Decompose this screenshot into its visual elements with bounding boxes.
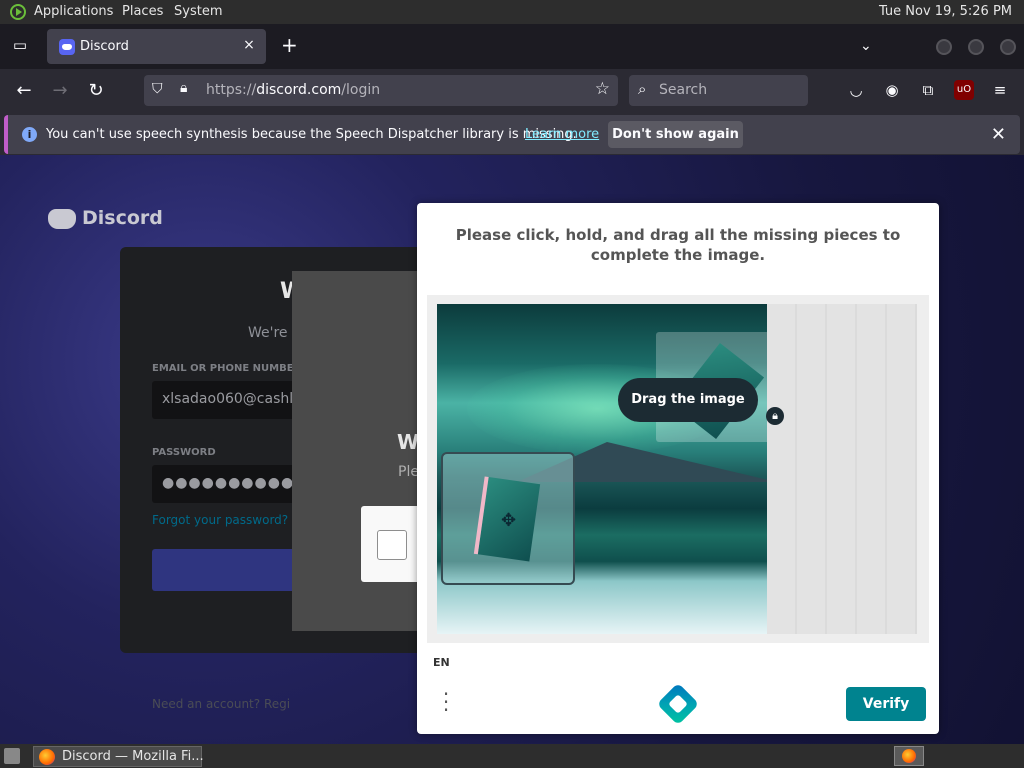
verify-button[interactable]: Verify [846,687,926,721]
taskbar-window-label: Discord — Mozilla Fi... [62,749,204,764]
tab-strip: ▭ Discord × + ⌄ [0,24,1024,69]
drag-tooltip: Drag the image [618,378,758,422]
show-desktop-icon[interactable] [4,748,20,764]
bottom-taskbar: Discord — Mozilla Fi... [0,744,1024,768]
register-link[interactable]: Need an account? Regi [152,697,290,711]
extensions-icon[interactable]: ⧉ [918,80,938,100]
dont-show-again-button[interactable]: Don't show again [608,121,743,148]
password-label: PASSWORD [152,447,216,458]
workspace-firefox-icon [902,749,916,763]
maximize-icon[interactable] [968,39,984,55]
puzzle-area: 🔒︎ ✥ Drag the image [427,295,929,643]
hcaptcha-checkbox[interactable] [377,530,407,560]
url-text: https://discord.com/login [206,82,381,98]
menu-places[interactable]: Places [122,4,163,19]
notification-close-icon[interactable]: ✕ [991,124,1006,145]
url-bar[interactable]: ⛉ 🔒︎ https://discord.com/login ☆ [144,75,618,106]
pocket-icon[interactable]: ◡ [846,80,866,100]
captcha-overlay-subtitle: Ple [398,464,419,480]
reload-icon[interactable]: ↻ [84,79,108,103]
panel-clock[interactable]: Tue Nov 19, 5:26 PM [879,4,1012,19]
move-cursor-icon: ✥ [501,510,517,531]
menu-applications[interactable]: Applications [34,4,113,19]
firefox-view-icon[interactable]: ▭ [10,36,30,56]
notification-text: You can't use speech synthesis because t… [46,127,577,142]
minimize-icon[interactable] [936,39,952,55]
lock-icon[interactable]: 🔒︎ [180,80,187,96]
close-window-icon[interactable] [1000,39,1016,55]
notification-bar: i You can't use speech synthesis because… [4,115,1020,154]
learn-more-link[interactable]: Learn more [525,127,599,142]
bookmark-star-icon[interactable]: ☆ [595,79,610,99]
tab-close-icon[interactable]: × [240,37,258,55]
applications-menu-icon[interactable] [10,4,26,20]
more-options-icon[interactable]: · · · [441,684,451,720]
email-label: EMAIL OR PHONE NUMBER [152,363,302,374]
language-selector[interactable]: EN [433,656,450,669]
hcaptcha-challenge: Please click, hold, and drag all the mis… [417,203,939,734]
menu-system[interactable]: System [174,4,222,19]
forward-icon[interactable]: → [48,79,72,103]
forgot-password-link[interactable]: Forgot your password? [152,513,288,527]
tab-title: Discord [80,39,129,54]
puzzle-empty-region [767,304,917,634]
top-panel: Applications Places System Tue Nov 19, 5… [0,0,1024,24]
taskbar-window-firefox[interactable]: Discord — Mozilla Fi... [33,746,204,767]
navigation-toolbar: ← → ↻ ⛉ 🔒︎ https://discord.com/login ☆ ⌕… [0,69,1024,113]
captcha-overlay-heading: W [397,430,420,454]
search-icon: ⌕ [638,80,647,98]
tab-discord[interactable]: Discord × [47,29,266,64]
discord-logo-icon [48,208,76,229]
firefox-icon [39,749,55,765]
lock-icon: 🔒︎ [766,407,784,425]
challenge-prompt: Please click, hold, and drag all the mis… [455,226,901,264]
back-icon[interactable]: ← [12,79,36,103]
workspace-switcher[interactable] [894,746,924,766]
list-all-tabs-icon[interactable]: ⌄ [860,38,872,54]
ublock-origin-icon[interactable]: uO [954,80,974,100]
discord-favicon-icon [59,39,75,55]
info-icon: i [22,127,37,142]
discord-logo: Discord [48,207,163,229]
draggable-puzzle-piece[interactable]: ✥ [441,452,575,585]
account-icon[interactable]: ◉ [882,80,902,100]
new-tab-icon[interactable]: + [281,35,299,55]
search-placeholder: Search [659,82,708,98]
app-menu-icon[interactable]: ≡ [990,80,1010,100]
tracking-shield-icon[interactable]: ⛉ [152,81,163,97]
hcaptcha-logo-icon [656,682,700,726]
search-bar[interactable]: ⌕ Search [629,75,808,106]
